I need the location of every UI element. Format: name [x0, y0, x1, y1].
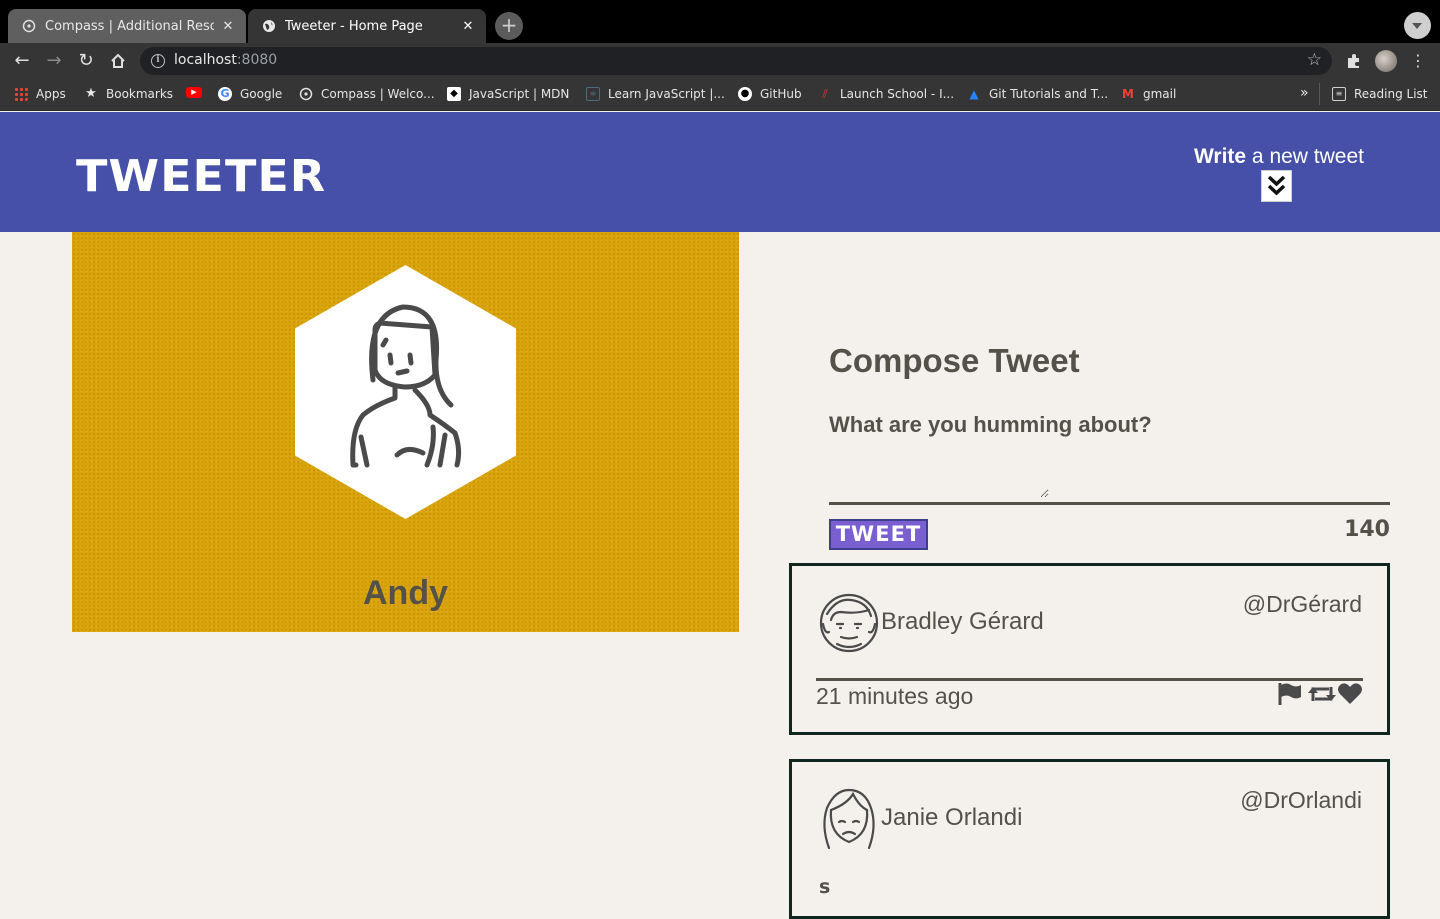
retweet-icon[interactable]: [1307, 681, 1336, 707]
tab-compass[interactable]: Compass | Additional Resource ✕: [8, 9, 246, 43]
user-profile-card: Andy: [72, 232, 739, 632]
tweet-body: s: [819, 876, 831, 898]
gmail-icon: M: [1122, 87, 1134, 101]
close-icon[interactable]: ✕: [220, 19, 236, 34]
reading-list-button[interactable]: ≡ Reading List: [1332, 87, 1428, 101]
bookmark-bookmarks[interactable]: ★ Bookmarks: [84, 86, 173, 102]
write-new-tweet-link[interactable]: Write a new tweet: [1194, 145, 1364, 169]
back-icon[interactable]: ←: [10, 49, 34, 73]
tweet-textarea[interactable]: [829, 450, 1049, 498]
bookmarks-divider: [1319, 83, 1320, 105]
compass-icon: [299, 87, 313, 101]
tweet-actions: [1277, 681, 1363, 707]
launch-school-icon: ⫽: [822, 87, 828, 101]
tweet-author-handle: @DrGérard: [1242, 591, 1362, 617]
bookmark-apps[interactable]: Apps: [14, 87, 66, 101]
heart-icon[interactable]: [1337, 681, 1363, 707]
user-avatar: [823, 788, 875, 850]
tab-title: Tweeter - Home Page: [285, 18, 423, 34]
youtube-icon: ▶: [186, 87, 202, 98]
mdn-icon: ◆: [447, 87, 461, 101]
doc-icon: ≡: [586, 87, 600, 101]
compass-icon: [22, 19, 36, 33]
bookmark-star-icon[interactable]: ☆: [1307, 50, 1322, 70]
github-icon: ●: [738, 87, 752, 101]
tab-tweeter[interactable]: Tweeter - Home Page ✕: [248, 9, 486, 43]
bookmark-mdn[interactable]: ◆ JavaScript | MDN: [447, 87, 569, 101]
flag-icon[interactable]: [1277, 681, 1303, 707]
compose-toggle-button[interactable]: [1261, 170, 1292, 202]
bookmark-github[interactable]: ● GitHub: [738, 87, 802, 101]
address-bar[interactable]: i localhost:8080 ☆: [140, 47, 1332, 75]
double-chevron-down-icon: [1267, 175, 1286, 196]
tweet-author-name: Bradley Gérard: [881, 608, 1044, 635]
reading-list-icon: ≡: [1332, 87, 1346, 101]
profile-avatar: [295, 265, 516, 519]
site-logo[interactable]: TWEETER: [76, 150, 326, 201]
tweet-timestamp: 21 minutes ago: [816, 683, 974, 709]
bookmark-youtube[interactable]: ▶: [186, 87, 210, 98]
profile-name: Andy: [363, 574, 448, 612]
bookmark-learn-javascript[interactable]: ≡ Learn JavaScript |...: [586, 87, 725, 101]
forward-icon[interactable]: →: [42, 49, 66, 73]
tab-search-icon[interactable]: [1404, 12, 1431, 39]
compose-title: Compose Tweet: [829, 342, 1080, 379]
home-icon[interactable]: [106, 49, 130, 73]
tweet-card: Janie Orlandi @DrOrlandi s: [789, 759, 1390, 919]
star-icon: ★: [85, 86, 97, 101]
site-info-icon[interactable]: i: [151, 54, 165, 68]
close-icon[interactable]: ✕: [460, 19, 476, 34]
menu-kebab-icon[interactable]: ⋮: [1406, 49, 1430, 73]
bookmark-gmail[interactable]: M gmail: [1121, 87, 1176, 101]
new-tab-button[interactable]: +: [495, 12, 523, 40]
bookmark-git-tutorials[interactable]: ▲ Git Tutorials and T...: [967, 87, 1108, 101]
bookmark-launch-school[interactable]: ⫽ Launch School - I...: [818, 87, 954, 101]
bookmarks-overflow-icon[interactable]: »: [1300, 85, 1309, 101]
tweet-author-name: Janie Orlandi: [881, 804, 1023, 831]
atlassian-icon: ▲: [969, 87, 979, 101]
bookmark-compass[interactable]: Compass | Welco...: [299, 87, 435, 101]
tweet-card: Bradley Gérard @DrGérard 21 minutes ago: [789, 563, 1390, 735]
browser-tab-strip: Compass | Additional Resource ✕ Tweeter …: [0, 0, 1440, 43]
compose-label: What are you humming about?: [829, 412, 1152, 437]
globe-icon: [263, 20, 275, 32]
tab-title: Compass | Additional Resource: [45, 18, 214, 34]
chrome-profile-avatar[interactable]: [1375, 50, 1397, 72]
extensions-icon[interactable]: [1342, 49, 1366, 73]
apps-grid-icon: [14, 87, 28, 101]
character-counter: 140: [1344, 517, 1390, 542]
tweet-submit-button[interactable]: TWEET: [829, 519, 928, 550]
user-avatar: [819, 593, 879, 653]
compose-divider: [829, 502, 1390, 505]
bookmarks-bar: Apps ★ Bookmarks ▶ G Google Compass | We…: [0, 79, 1440, 111]
url-text: localhost:8080: [174, 52, 278, 68]
bookmark-google[interactable]: G Google: [218, 87, 282, 101]
browser-toolbar: ← → ↻ i localhost:8080 ☆ ⋮: [0, 43, 1440, 79]
reload-icon[interactable]: ↻: [74, 49, 98, 73]
google-icon: G: [218, 87, 232, 101]
site-header: TWEETER Write a new tweet: [0, 112, 1440, 232]
tweet-author-handle: @DrOrlandi: [1240, 787, 1362, 813]
